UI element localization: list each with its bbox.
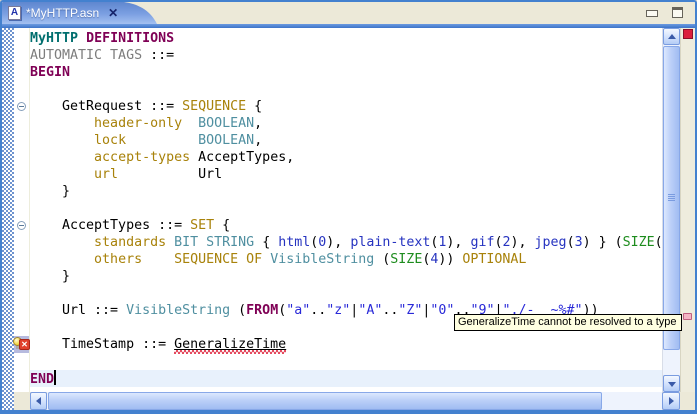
scroll-down-button[interactable] xyxy=(663,375,680,392)
maximize-icon xyxy=(672,7,683,18)
code-line: } xyxy=(30,184,71,199)
close-tab-icon[interactable]: ✕ xyxy=(108,7,118,19)
scrollbar-corner-right xyxy=(680,392,695,410)
error-tooltip: GeneralizeTime cannot be resolved to a t… xyxy=(454,314,682,331)
code-line: header-only BOOLEAN, xyxy=(94,116,263,131)
view-controls xyxy=(645,7,685,19)
gutter-cell xyxy=(14,319,29,336)
editor-tab-bar: A *MyHTTP.asn ✕ xyxy=(2,2,695,24)
editor-area: ✕ MyHTTP DEFINITIONSAUTOMATIC TAGS ::=BE… xyxy=(2,28,695,410)
scrollbar-corner xyxy=(14,392,30,410)
error-x-badge: ✕ xyxy=(19,339,30,350)
scroll-left-button[interactable] xyxy=(30,392,47,410)
gutter-cell xyxy=(14,115,29,132)
code-line: standards BIT STRING { html(0), plain-te… xyxy=(94,235,662,250)
gutter-cell xyxy=(14,47,29,64)
fold-collapse-icon[interactable] xyxy=(17,221,26,230)
scroll-up-button[interactable] xyxy=(663,28,680,45)
editor-window: A *MyHTTP.asn ✕ ✕ MyHTTP DEFINITIONS AUTO… xyxy=(0,0,697,414)
arrow-down-icon xyxy=(667,381,676,387)
maximize-button[interactable] xyxy=(671,7,685,19)
gutter-cell xyxy=(14,217,29,234)
gutter-cell xyxy=(14,30,29,47)
horizontal-scrollbar[interactable] xyxy=(14,392,695,410)
gutter-cell xyxy=(14,166,29,183)
gutter-cell xyxy=(14,149,29,166)
code-line: accept-types AcceptTypes, xyxy=(94,150,295,165)
code-line: TimeStamp ::= GeneralizeTime xyxy=(30,337,287,352)
arrow-up-icon xyxy=(667,33,676,39)
code-line: others SEQUENCE OF VisibleString (SIZE(4… xyxy=(94,252,527,267)
minimize-icon xyxy=(646,10,658,17)
code-line: AcceptTypes ::= SET { xyxy=(30,218,231,233)
gutter-cell: ✕ xyxy=(13,336,30,353)
error-quickfix-icon[interactable]: ✕ xyxy=(13,336,30,353)
gutter-cell xyxy=(14,183,29,200)
overview-ruler[interactable] xyxy=(680,28,695,392)
vertical-scrollbar[interactable] xyxy=(662,28,680,392)
code-line: END xyxy=(30,370,662,387)
gutter-cell xyxy=(14,234,29,251)
code-line: GetRequest ::= SEQUENCE { xyxy=(30,99,263,114)
vertical-scroll-thumb[interactable] xyxy=(663,46,680,350)
code-line: } xyxy=(30,269,71,284)
code-line: BEGIN xyxy=(30,65,71,80)
arrow-right-icon xyxy=(669,397,674,405)
gutter-cell xyxy=(14,132,29,149)
gutter-cell xyxy=(14,353,29,370)
fold-collapse-icon[interactable] xyxy=(17,102,26,111)
gutter-cell xyxy=(14,285,29,302)
gutter-cell xyxy=(14,302,29,319)
code-line: lock BOOLEAN, xyxy=(94,133,263,148)
code-line: MyHTTP DEFINITIONS xyxy=(30,31,175,46)
gutter-cell xyxy=(14,81,29,98)
gutter-cell xyxy=(14,370,29,387)
code-lines: MyHTTP DEFINITIONSAUTOMATIC TAGS ::=BEGI… xyxy=(30,30,662,387)
gutter-cell xyxy=(14,98,29,115)
overview-error-indicator[interactable] xyxy=(683,29,693,39)
gutter-cell xyxy=(14,200,29,217)
tab-myhttp-asn[interactable]: A *MyHTTP.asn ✕ xyxy=(2,2,125,24)
gutter-cell xyxy=(14,268,29,285)
code-line: AUTOMATIC TAGS ::= xyxy=(30,48,175,63)
tab-swoosh-decoration xyxy=(124,2,158,24)
horizontal-scroll-track[interactable] xyxy=(47,392,662,410)
code-line: url Url xyxy=(94,167,223,182)
arrow-left-icon xyxy=(35,397,41,405)
text-caret xyxy=(54,370,57,385)
tab-title: *MyHTTP.asn xyxy=(26,6,100,20)
overview-problem-marker[interactable] xyxy=(683,313,692,320)
thumb-grip xyxy=(668,193,675,202)
minimize-button[interactable] xyxy=(645,7,659,19)
code-area[interactable]: MyHTTP DEFINITIONSAUTOMATIC TAGS ::=BEGI… xyxy=(30,28,662,392)
asn-file-icon: A xyxy=(8,6,21,20)
annotation-gutter: ✕ xyxy=(13,28,30,392)
gutter-cell xyxy=(14,64,29,81)
horizontal-scroll-thumb[interactable] xyxy=(48,392,602,410)
gutter-cell xyxy=(14,251,29,268)
scroll-right-button[interactable] xyxy=(662,392,680,410)
